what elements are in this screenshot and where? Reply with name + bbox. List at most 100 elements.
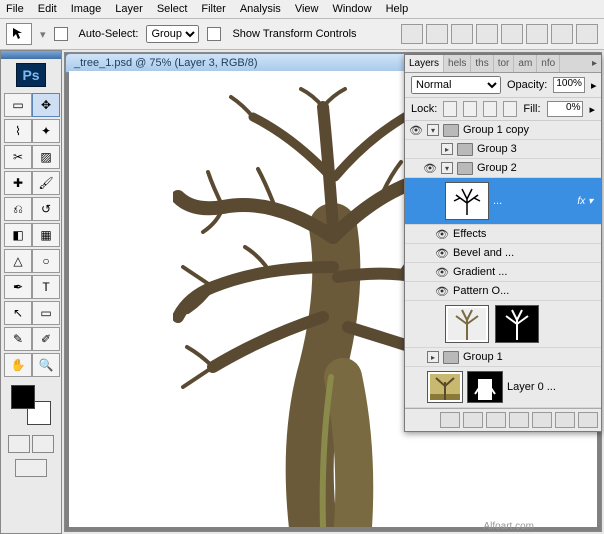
layer-mask-thumbnail[interactable]: [467, 371, 503, 403]
visibility-icon[interactable]: 👁: [435, 227, 449, 241]
color-swatches[interactable]: [11, 385, 51, 425]
tab-paths[interactable]: ths: [471, 55, 493, 72]
visibility-icon[interactable]: 👁: [409, 123, 423, 137]
layer-group[interactable]: ▸ Group 1: [405, 348, 601, 367]
stamp-tool-icon[interactable]: ⎌: [4, 197, 32, 221]
menu-filter[interactable]: Filter: [201, 3, 225, 15]
blur-tool-icon[interactable]: △: [4, 249, 32, 273]
history-tool-icon[interactable]: ↺: [32, 197, 60, 221]
panel-menu-icon[interactable]: ▸: [588, 55, 601, 72]
effect-item[interactable]: 👁 Bevel and ...: [405, 244, 601, 263]
foreground-swatch[interactable]: [11, 385, 35, 409]
layer-row-selected[interactable]: ... fx ▾: [405, 178, 601, 225]
layer-mask-thumbnail[interactable]: [495, 305, 539, 343]
expand-icon[interactable]: ▸: [441, 143, 453, 155]
fx-icon[interactable]: [463, 412, 483, 428]
menu-select[interactable]: Select: [157, 3, 188, 15]
adjustment-icon[interactable]: [509, 412, 529, 428]
menu-window[interactable]: Window: [332, 3, 371, 15]
marquee-tool-icon[interactable]: ▭: [4, 93, 32, 117]
visibility-icon[interactable]: 👁: [435, 284, 449, 298]
align-button[interactable]: [551, 24, 573, 44]
type-tool-icon[interactable]: T: [32, 275, 60, 299]
visibility-icon[interactable]: [409, 380, 423, 394]
layer-group[interactable]: 👁 ▾ Group 2: [405, 159, 601, 178]
align-button[interactable]: [426, 24, 448, 44]
menu-view[interactable]: View: [295, 3, 319, 15]
blend-mode-dropdown[interactable]: Normal: [411, 76, 501, 94]
visibility-icon[interactable]: 👁: [423, 161, 437, 175]
fill-value[interactable]: 0%: [547, 101, 584, 117]
align-button[interactable]: [501, 24, 523, 44]
link-icon[interactable]: [440, 412, 460, 428]
slice-tool-icon[interactable]: ▨: [32, 145, 60, 169]
align-button[interactable]: [451, 24, 473, 44]
quickmask-icon[interactable]: [32, 435, 54, 453]
expand-icon[interactable]: ▾: [441, 162, 453, 174]
brush-tool-icon[interactable]: 🖌: [32, 171, 60, 195]
lock-pos-icon[interactable]: [483, 101, 497, 117]
lock-all-icon[interactable]: [503, 101, 517, 117]
align-button[interactable]: [526, 24, 548, 44]
path-tool-icon[interactable]: ↖: [4, 301, 32, 325]
expand-icon[interactable]: ▸: [427, 351, 439, 363]
menu-edit[interactable]: Edit: [38, 3, 57, 15]
layer-thumbnail[interactable]: [445, 305, 489, 343]
layers-panel[interactable]: Layers hels ths tor am nfo ▸ Normal Opac…: [404, 54, 602, 432]
notes-tool-icon[interactable]: ✎: [4, 327, 32, 351]
group-icon[interactable]: [532, 412, 552, 428]
effect-item[interactable]: 👁 Gradient ...: [405, 263, 601, 282]
visibility-icon[interactable]: 👁: [435, 246, 449, 260]
shape-tool-icon[interactable]: ▭: [32, 301, 60, 325]
crop-tool-icon[interactable]: ✂: [4, 145, 32, 169]
auto-select-checkbox[interactable]: [54, 27, 68, 41]
align-button[interactable]: [401, 24, 423, 44]
pen-tool-icon[interactable]: ✒: [4, 275, 32, 299]
gradient-tool-icon[interactable]: ▦: [32, 223, 60, 247]
lasso-tool-icon[interactable]: ⌇: [4, 119, 32, 143]
effects-header[interactable]: 👁 Effects: [405, 225, 601, 244]
menu-image[interactable]: Image: [71, 3, 102, 15]
opacity-value[interactable]: 100%: [553, 77, 585, 93]
menu-layer[interactable]: Layer: [115, 3, 143, 15]
move-tool-icon[interactable]: ✥: [32, 93, 60, 117]
fx-badge-icon[interactable]: fx ▾: [577, 196, 597, 207]
align-button[interactable]: [576, 24, 598, 44]
eraser-tool-icon[interactable]: ◧: [4, 223, 32, 247]
tab-tor[interactable]: tor: [494, 55, 515, 72]
layer-thumbnail[interactable]: [427, 371, 463, 403]
auto-select-dropdown[interactable]: Group: [146, 25, 199, 43]
new-layer-icon[interactable]: [555, 412, 575, 428]
dodge-tool-icon[interactable]: ○: [32, 249, 60, 273]
lock-pixels-icon[interactable]: [463, 101, 477, 117]
layer-row[interactable]: Layer 0 ...: [405, 367, 601, 408]
stepper-icon[interactable]: ▸: [589, 103, 595, 116]
layer-thumbnail[interactable]: [445, 182, 489, 220]
visibility-icon[interactable]: [409, 350, 423, 364]
eyedropper-tool-icon[interactable]: ✐: [32, 327, 60, 351]
layer-group[interactable]: ▸ Group 3: [405, 140, 601, 159]
trash-icon[interactable]: [578, 412, 598, 428]
lock-trans-icon[interactable]: [443, 101, 457, 117]
effect-item[interactable]: 👁 Pattern O...: [405, 282, 601, 301]
tab-info[interactable]: nfo: [537, 55, 560, 72]
layer-group[interactable]: 👁 ▾ Group 1 copy: [405, 121, 601, 140]
tab-am[interactable]: am: [514, 55, 537, 72]
move-tool-icon[interactable]: [6, 23, 32, 45]
visibility-icon[interactable]: 👁: [435, 265, 449, 279]
zoom-tool-icon[interactable]: 🔍: [32, 353, 60, 377]
visibility-icon[interactable]: [423, 142, 437, 156]
layer-row[interactable]: [405, 301, 601, 348]
quickmask-icon[interactable]: [8, 435, 30, 453]
menu-analysis[interactable]: Analysis: [240, 3, 281, 15]
show-transform-checkbox[interactable]: [207, 27, 221, 41]
heal-tool-icon[interactable]: ✚: [4, 171, 32, 195]
mask-icon[interactable]: [486, 412, 506, 428]
menu-file[interactable]: File: [6, 3, 24, 15]
tab-layers[interactable]: Layers: [405, 55, 444, 72]
tab-channels[interactable]: hels: [444, 55, 471, 72]
hand-tool-icon[interactable]: ✋: [4, 353, 32, 377]
align-button[interactable]: [476, 24, 498, 44]
wand-tool-icon[interactable]: ✦: [32, 119, 60, 143]
expand-icon[interactable]: ▾: [427, 124, 439, 136]
